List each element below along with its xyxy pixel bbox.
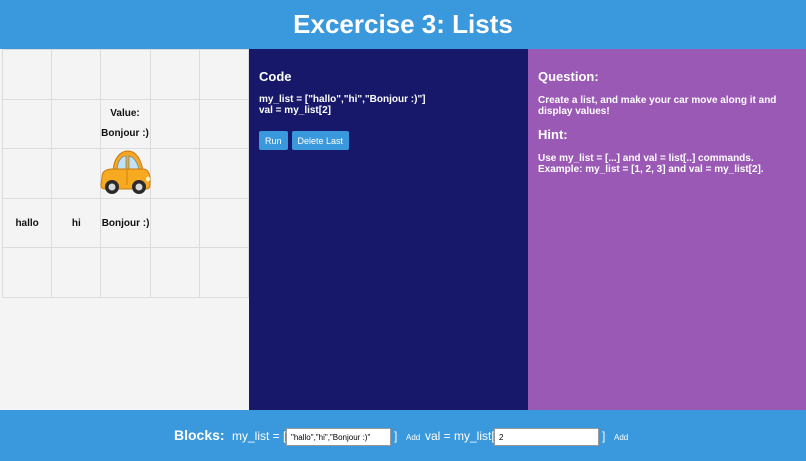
list-suffix: ] [394,429,398,443]
grid-cell [149,247,200,298]
code-button-row: Run Delete Last [259,131,518,150]
list-cell-1: hi [51,197,102,249]
run-button[interactable]: Run [259,131,288,150]
grid-cell [198,49,250,100]
grid-cell [1,247,53,298]
grid-cell [149,148,200,199]
page-header: Excercise 3: Lists [0,0,806,49]
val-index-input[interactable] [494,428,599,446]
grid-cell [100,247,151,298]
grid-cell [198,98,250,150]
add-list-button[interactable]: Add [406,433,420,442]
value-label: Value: [110,108,140,119]
code-panel: Code my_list = ["hallo","hi","Bonjour :)… [249,49,528,410]
grid-cell [149,98,200,150]
delete-last-button[interactable]: Delete Last [291,131,350,150]
val-suffix: ] [602,429,606,443]
car-icon [100,150,151,194]
add-val-button[interactable]: Add [614,433,628,442]
grid-cell [149,49,200,100]
list-cell-0: hallo [1,197,53,249]
question-title: Question: [538,69,599,84]
grid-cell [149,197,200,249]
blocks-label: Blocks: [174,427,225,443]
grid-cell [1,49,53,100]
code-line-list: my_list = ["hallo","hi","Bonjour :)"] [259,94,426,105]
list-input[interactable] [286,428,391,446]
code-line-val: val = my_list[2] [259,105,331,116]
grid-cell [51,49,102,100]
blocks-footer: Blocks: my_list = [ ] Add val = my_list[… [0,410,806,461]
question-text: Create a list, and make your car move al… [538,95,777,117]
hint-line-2: Example: my_list = [1, 2, 3] and val = m… [538,164,764,175]
hint-title: Hint: [538,127,568,142]
code-title: Code [259,69,292,84]
val-prefix: val = my_list[ [425,429,495,443]
list-cell-2: Bonjour :) [100,197,151,249]
value-display: Value: Bonjour :) [100,104,150,144]
grid-cell [51,98,102,150]
list-prefix: my_list = [ [232,429,287,443]
grid-cell [1,98,53,150]
grid-cell [198,197,250,249]
grid-cell [198,148,250,199]
question-panel: Question: Create a list, and make your c… [528,49,806,410]
grid-cell [198,247,250,298]
grid-cell [100,49,151,100]
grid-cell [51,247,102,298]
hint-line-1: Use my_list = [...] and val = list[..] c… [538,153,754,164]
grid-panel: hallo hi Bonjour :) Value: Bonjour :) [0,49,250,410]
page-title: Excercise 3: Lists [293,9,513,39]
grid-cell [51,148,102,199]
grid-cell [1,148,53,199]
value-text: Bonjour :) [101,128,149,139]
